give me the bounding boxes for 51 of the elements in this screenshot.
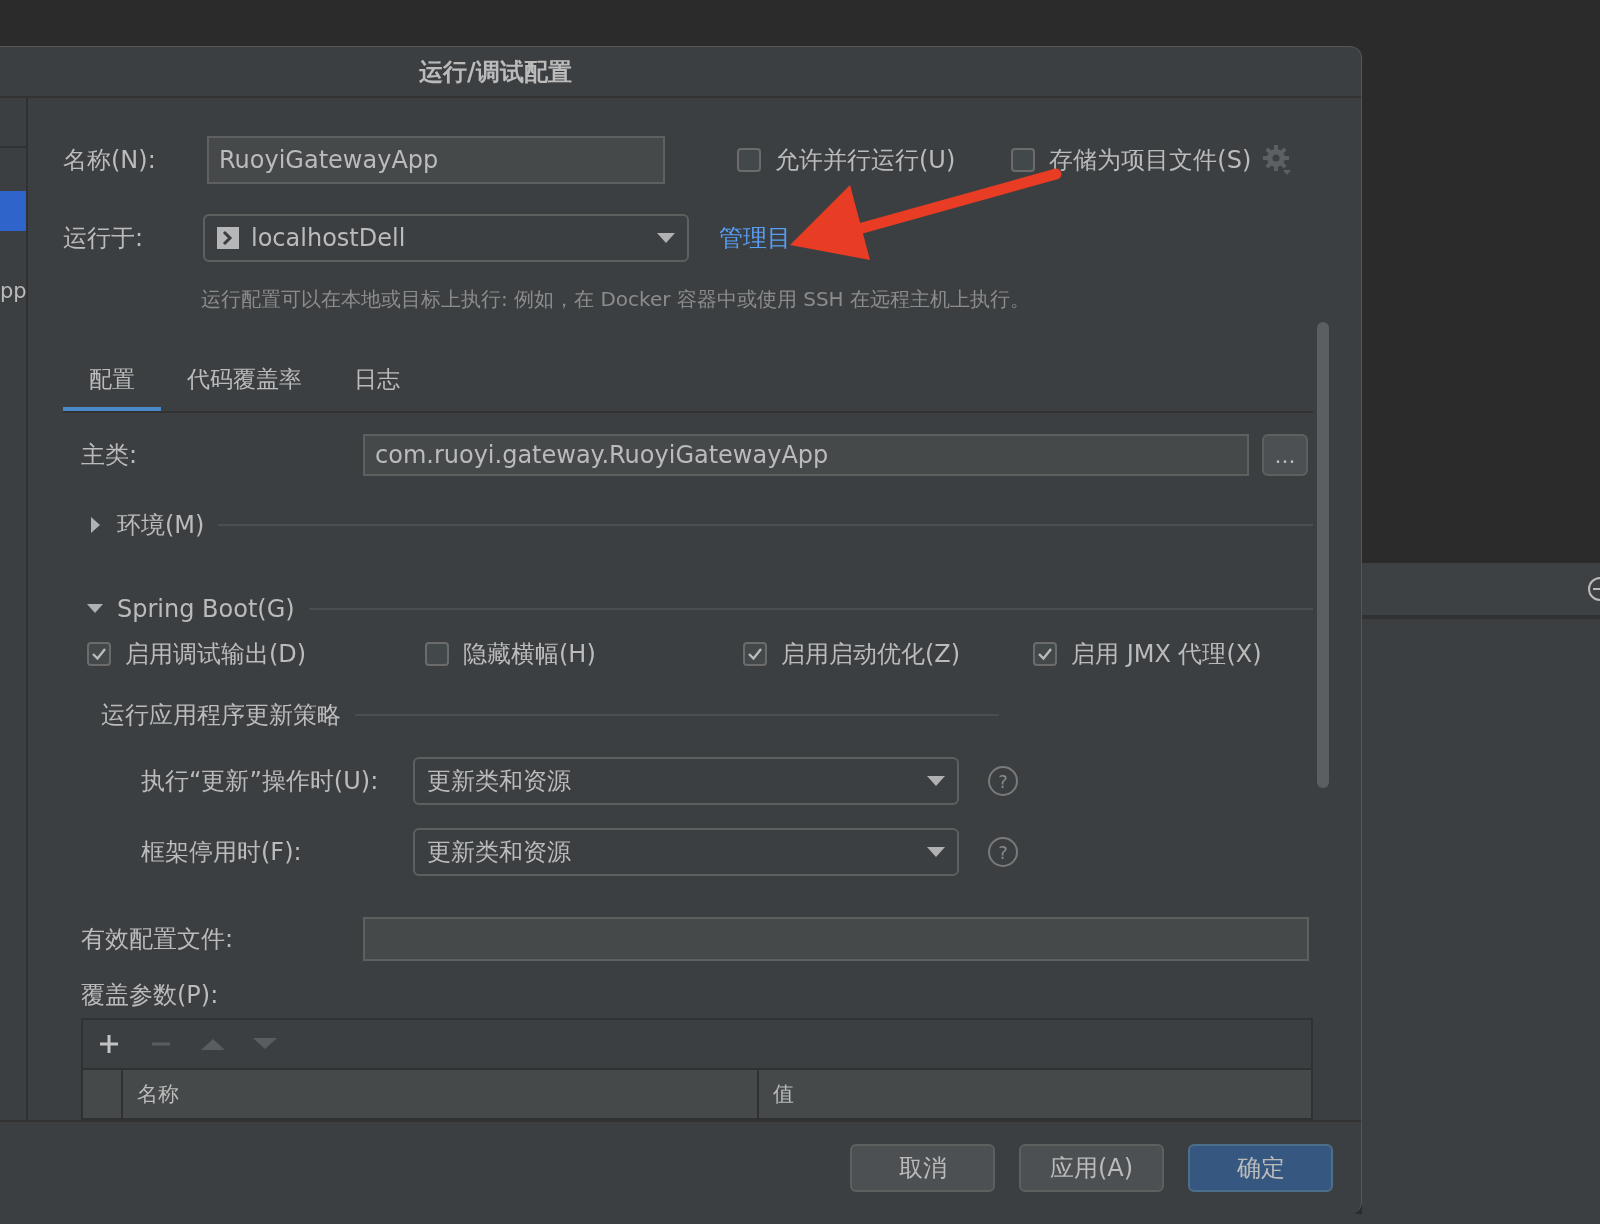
column-header: 名称	[123, 1070, 759, 1118]
minus-circle-icon	[1588, 576, 1600, 602]
field-label: 有效配置文件:	[81, 924, 235, 955]
terminal-icon	[217, 227, 239, 249]
caret-icon	[927, 776, 945, 786]
field-label: 运行于:	[63, 223, 145, 254]
help-icon[interactable]: ?	[988, 766, 1018, 796]
gear-icon[interactable]	[1263, 145, 1292, 175]
dialog-button[interactable]: 确定	[1188, 1144, 1333, 1192]
sidebar-item[interactable]: pp	[0, 271, 26, 311]
plus-icon[interactable]	[97, 1032, 121, 1056]
target-dropdown[interactable]: localhostDell	[203, 214, 689, 262]
help-icon[interactable]: ?	[988, 837, 1018, 867]
main-class-field[interactable]: com.ruoyi.gateway.RuoyiGatewayApp	[363, 434, 1249, 476]
field-label: 主类:	[81, 440, 139, 471]
section-title[interactable]: 环境(M)	[117, 508, 205, 541]
caret-icon	[657, 233, 675, 243]
checkbox[interactable]	[87, 642, 111, 667]
checkbox-label: 存储为项目文件(S)	[1049, 145, 1252, 176]
field-label: 执行“更新”操作时(U):	[141, 766, 380, 797]
policy-dropdown[interactable]: 更新类和资源	[413, 828, 959, 876]
manage-targets-link[interactable]: 管理目	[719, 222, 791, 254]
checkbox-label: 隐藏横幅(H)	[463, 639, 596, 671]
checkbox-label: 启用 JMX 代理(X)	[1071, 639, 1262, 671]
field-label: 框架停用时(F):	[141, 837, 303, 868]
browse-button[interactable]: ...	[1262, 434, 1308, 476]
checkbox[interactable]	[1011, 148, 1036, 172]
scrollbar-thumb[interactable]	[1317, 322, 1329, 788]
profiles-field[interactable]	[363, 917, 1309, 961]
policy-dropdown[interactable]: 更新类和资源	[413, 757, 959, 805]
column-header: 值	[772, 1081, 794, 1108]
name-field[interactable]: RuoyiGatewayApp	[207, 136, 665, 184]
window-title: 运行/调试配置	[419, 56, 572, 88]
dialog-button[interactable]: 取消	[850, 1144, 995, 1192]
tab[interactable]: 配置	[63, 351, 161, 411]
tab[interactable]: 代码覆盖率	[161, 351, 328, 411]
checkbox[interactable]	[737, 148, 761, 172]
checkbox-label: 启用调试输出(D)	[125, 639, 307, 671]
checkbox[interactable]	[425, 642, 449, 667]
checkbox[interactable]	[743, 642, 767, 667]
checkbox[interactable]	[1033, 642, 1057, 667]
checkbox-label: 允许并行运行(U)	[775, 145, 956, 176]
hint-text: 运行配置可以在本地或目标上执行: 例如，在 Docker 容器中或使用 SSH 在远程主机上执行。	[201, 286, 1031, 313]
section-title[interactable]: Spring Boot(G)	[117, 594, 295, 623]
checkbox-label: 启用启动优化(Z)	[781, 639, 961, 671]
field-label: 名称(N):	[63, 145, 157, 176]
field-label: 覆盖参数(P):	[81, 980, 220, 1009]
caret-icon	[927, 847, 945, 857]
dialog-button[interactable]: 应用(A)	[1019, 1144, 1164, 1192]
tab[interactable]: 日志	[328, 351, 426, 411]
group-title: 运行应用程序更新策略	[101, 700, 341, 732]
